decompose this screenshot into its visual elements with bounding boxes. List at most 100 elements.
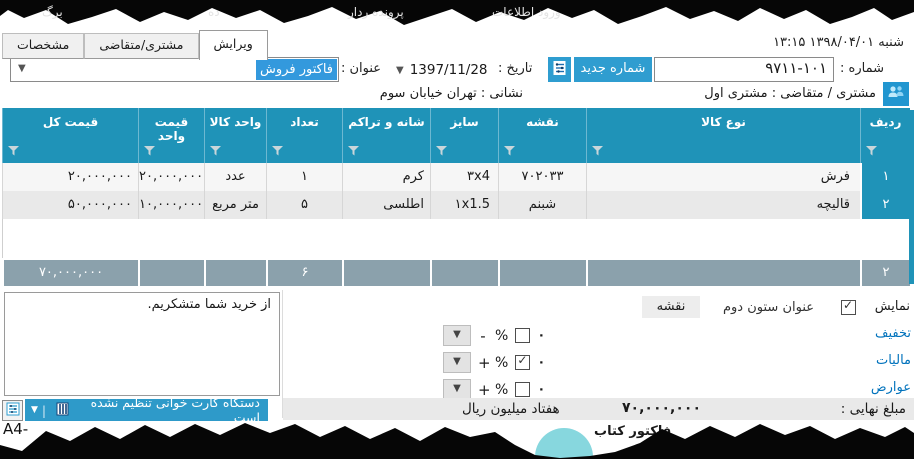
column-header-quantity[interactable]: تعداد xyxy=(266,108,342,163)
totals-status-bar xyxy=(283,398,914,420)
summary-empty-cell xyxy=(342,260,430,286)
column-label: سایز xyxy=(450,115,479,129)
note-textarea[interactable]: از خرید شما متشکریم. xyxy=(4,292,280,396)
discount-controls: ▼ - % ۰ xyxy=(443,325,545,346)
title-selected-value: فاکتور فروش xyxy=(256,59,337,80)
summary-empty-cell xyxy=(586,260,860,286)
invoice-number-input[interactable]: ۹۷۱۱-۱۰۱ xyxy=(654,57,834,82)
new-number-button[interactable]: شماره جدید xyxy=(574,57,652,82)
table-summary-row: ۲ ۶ ۷۰,۰۰۰,۰۰۰ xyxy=(2,260,910,286)
app-logo-circle xyxy=(535,428,593,459)
cell-comb-density: اطلسی xyxy=(342,191,430,219)
filter-icon[interactable] xyxy=(504,145,515,159)
chevron-down-icon: ▼ xyxy=(18,63,26,74)
customer-picker-button[interactable] xyxy=(883,82,909,106)
menu-item-fragment[interactable]: ده xyxy=(208,5,220,19)
duty-link[interactable]: عوارض xyxy=(871,380,911,395)
duty-value[interactable]: ۰ xyxy=(537,382,545,397)
cell-product-unit: عدد xyxy=(204,163,266,191)
discount-dropdown[interactable]: ▼ xyxy=(443,325,471,346)
table-row[interactable]: ۲ قالیچه شبنم ۱x1.5 اطلسی ۵ متر مربع ۱۰,… xyxy=(2,191,910,219)
column-header-size[interactable]: سایز xyxy=(430,108,498,163)
tax-value[interactable]: ۰ xyxy=(537,355,545,370)
column-label: واحد کالا xyxy=(209,115,262,129)
second-column-title-label: عنوان ستون دوم xyxy=(722,300,814,315)
column-header-product-type[interactable]: نوع کالا xyxy=(586,108,860,163)
display-checkbox[interactable] xyxy=(841,298,856,315)
address-value: تهران خیابان سوم xyxy=(379,86,477,101)
date-dropdown[interactable]: ▼ 1397/11/28 xyxy=(396,60,498,80)
filter-icon[interactable] xyxy=(272,145,283,159)
filter-icon[interactable] xyxy=(592,145,603,159)
cell-quantity: ۵ xyxy=(266,191,342,219)
cell-product-type: قالیچه xyxy=(586,191,860,219)
discount-sign: - xyxy=(480,326,486,345)
duty-percent-checkbox[interactable] xyxy=(515,382,531,397)
date-label: تاریخ : xyxy=(498,61,533,76)
menu-item-fragment[interactable]: ورود اطلاعات xyxy=(492,5,561,19)
chevron-down-icon: ▼ xyxy=(453,383,461,394)
people-icon xyxy=(887,85,905,103)
dropdown-caret-icon[interactable]: ▼ xyxy=(31,405,38,415)
customer-line: مشتری / متقاضی : مشتری اول xyxy=(704,86,876,101)
card-reader-status-button[interactable]: ▼ | دستگاه کارت خوانی تنظیم نشده است xyxy=(25,395,268,425)
column-header-unit-price[interactable]: قیمت واحد xyxy=(138,108,204,163)
title-combobox[interactable]: فاکتور فروش ▼ xyxy=(10,57,339,82)
address-line: نشانی : تهران خیابان سوم xyxy=(380,86,523,101)
tax-controls: ▼ + % ۰ xyxy=(443,352,545,373)
table-side-scrollbar[interactable] xyxy=(909,110,914,284)
print-settings-button[interactable] xyxy=(2,400,23,421)
cell-quantity: ۱ xyxy=(266,163,342,191)
number-label: شماره : xyxy=(840,61,884,76)
filter-icon[interactable] xyxy=(8,145,19,159)
table-row[interactable]: ۱ فرش ۷۰۲۰۳۳ ۳x4 کرم ۱ عدد ۲۰,۰۰۰,۰۰۰ ۲۰… xyxy=(2,163,910,191)
tab-bar: مشخصات مشتری/متقاضی ویرایش xyxy=(2,30,268,60)
paper-size-label: A4- xyxy=(3,420,29,438)
filter-icon[interactable] xyxy=(348,145,359,159)
display-label: نمایش xyxy=(874,299,910,314)
items-table: ردیف نوع کالا نقشه سایز شانه و تراکم تعد… xyxy=(2,108,910,286)
column-header-pattern[interactable]: نقشه xyxy=(498,108,586,163)
column-header-comb-density[interactable]: شانه و تراکم xyxy=(342,108,430,163)
torn-top-edge xyxy=(0,0,914,25)
percent-symbol: % xyxy=(495,381,509,398)
column-header-row-number[interactable]: ردیف xyxy=(860,108,910,163)
cell-unit-price: ۲۰,۰۰۰,۰۰۰ xyxy=(138,163,204,191)
discount-link[interactable]: تخفیف xyxy=(875,326,911,341)
tab-customer[interactable]: مشتری/متقاضی xyxy=(84,33,199,59)
tab-specifications[interactable]: مشخصات xyxy=(2,33,85,59)
cell-size: ۱x1.5 xyxy=(430,191,498,219)
document-settings-button[interactable] xyxy=(548,57,571,82)
cell-pattern: شبنم xyxy=(498,191,586,219)
menu-item-fragment[interactable]: پرونده ردار xyxy=(348,5,404,19)
filter-icon[interactable] xyxy=(144,145,155,159)
column-header-total-price[interactable]: قیمت کل xyxy=(2,108,138,163)
column-label: تعداد xyxy=(290,115,319,129)
summary-total-sum: ۷۰,۰۰۰,۰۰۰ xyxy=(2,260,138,286)
tax-sign: + xyxy=(478,353,491,372)
duty-dropdown[interactable]: ▼ xyxy=(443,379,471,400)
tax-percent-checkbox[interactable] xyxy=(515,353,531,370)
tax-link[interactable]: مالیات xyxy=(876,353,911,368)
filter-icon[interactable] xyxy=(210,145,221,159)
column-label: شانه و تراکم xyxy=(348,115,425,129)
cell-total-price: ۵۰,۰۰۰,۰۰۰ xyxy=(2,191,138,219)
table-empty-area xyxy=(2,219,910,258)
second-column-title-value[interactable]: نقشه xyxy=(642,296,700,318)
discount-percent-checkbox[interactable] xyxy=(515,328,531,343)
discount-value[interactable]: ۰ xyxy=(537,328,545,343)
cell-size: ۳x4 xyxy=(430,163,498,191)
customer-value: مشتری اول xyxy=(704,86,768,101)
filter-icon[interactable] xyxy=(866,145,877,159)
filter-icon[interactable] xyxy=(436,145,447,159)
tax-dropdown[interactable]: ▼ xyxy=(443,352,471,373)
menu-item-fragment[interactable]: برگ xyxy=(42,5,63,19)
customer-label: مشتری / متقاضی : xyxy=(771,86,876,101)
tab-edit[interactable]: ویرایش xyxy=(198,30,268,60)
summary-empty-cell xyxy=(138,260,204,286)
summary-quantity-sum: ۶ xyxy=(266,260,342,286)
cell-product-type: فرش xyxy=(586,163,860,191)
column-header-product-unit[interactable]: واحد کالا xyxy=(204,108,266,163)
table-header-row: ردیف نوع کالا نقشه سایز شانه و تراکم تعد… xyxy=(2,108,910,163)
column-label: نقشه xyxy=(526,115,559,129)
